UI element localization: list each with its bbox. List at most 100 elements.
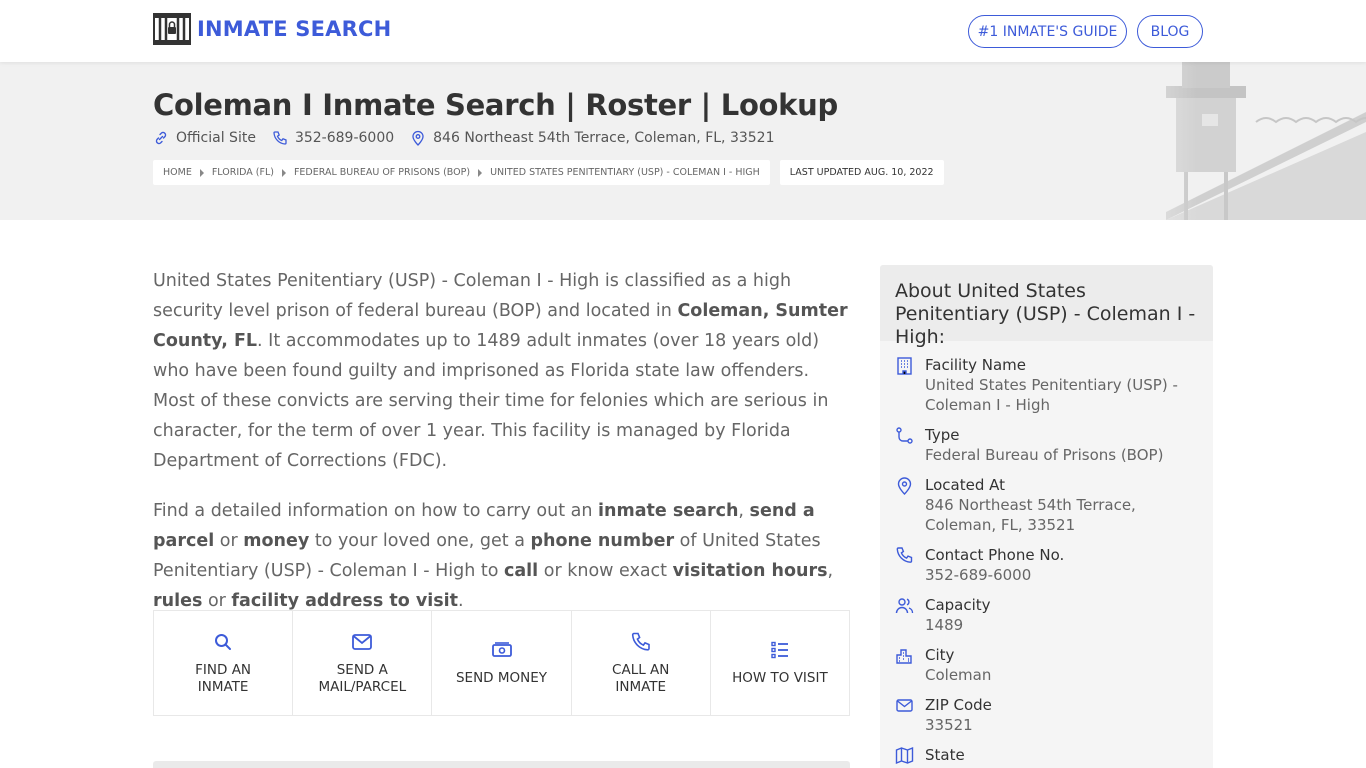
address-item: 846 Northeast 54th Terrace, Coleman, FL,… — [410, 130, 775, 146]
facility-address-bold: facility address to visit — [231, 591, 459, 611]
text-span: . It accommodates up to 1489 adult inmat… — [153, 331, 829, 471]
caret-right-icon — [199, 168, 204, 177]
map-icon — [895, 746, 914, 765]
call-bold: call — [504, 561, 539, 581]
detail-capacity: Capacity 1489 — [895, 595, 1198, 635]
route-icon — [896, 427, 913, 444]
breadcrumb-home[interactable]: HOME — [163, 167, 192, 178]
official-site-link[interactable]: Official Site — [153, 130, 256, 146]
detail-value: 352-689-6000 — [925, 566, 1032, 584]
nav-blog-button[interactable]: BLOG — [1137, 15, 1203, 48]
breadcrumb-current: UNITED STATES PENITENTIARY (USP) - COLEM… — [490, 167, 760, 178]
envelope-icon — [352, 633, 373, 650]
action-label: INMATE — [197, 678, 249, 695]
send-money-button[interactable]: SEND MONEY — [432, 611, 572, 715]
text-span: to your loved one, get a — [309, 531, 531, 551]
phone-number: 352-689-6000 — [294, 130, 395, 146]
action-label: SEND MONEY — [455, 670, 548, 686]
action-label: CALL AN — [612, 661, 670, 678]
detail-label: State — [925, 746, 965, 764]
facility-meta: Official Site 352-689-6000 846 Northeast… — [153, 130, 791, 146]
link-icon — [155, 131, 167, 145]
detail-facility-name: Facility Name United States Penitentiary… — [895, 355, 1198, 415]
phone-number-bold: phone number — [530, 531, 675, 551]
action-label: MAIL/PARCEL — [318, 678, 407, 695]
search-icon — [215, 633, 232, 650]
money-bold: money — [243, 531, 310, 551]
detail-value: 1489 — [925, 616, 964, 634]
users-icon — [895, 598, 914, 614]
detail-city: City Coleman — [895, 645, 1198, 685]
detail-zip-code: ZIP Code 33521 — [895, 695, 1198, 735]
send-mail-parcel-button[interactable]: SEND A MAIL/PARCEL — [293, 611, 433, 715]
phone-icon — [896, 547, 913, 563]
detail-label: City — [925, 646, 955, 664]
action-label: HOW TO VISIT — [732, 670, 828, 686]
action-label: INMATE — [615, 678, 667, 695]
cash-icon — [491, 642, 512, 657]
visitation-hours-bold: visitation hours — [672, 561, 828, 581]
hero-banner: Coleman I Inmate Search | Roster | Looku… — [0, 62, 1366, 220]
official-site-label: Official Site — [176, 130, 256, 146]
last-updated-badge: LAST UPDATED AUG. 10, 2022 — [779, 160, 944, 185]
about-facility-card: About United States Penitentiary (USP) -… — [880, 265, 1213, 768]
top-navbar: INMATE SEARCH #1 INMATE'S GUIDE BLOG — [0, 0, 1366, 62]
text-span: . — [458, 591, 464, 611]
text-span: or know exact — [538, 561, 673, 581]
detail-label: Type — [925, 426, 960, 444]
phone-icon — [273, 131, 287, 145]
text-span: or — [214, 531, 244, 551]
action-grid: FIND AN INMATE SEND A MAIL/PARCEL SEND M… — [153, 610, 850, 716]
prison-tower-illustration — [1106, 62, 1366, 220]
breadcrumb-florida[interactable]: FLORIDA (FL) — [212, 167, 274, 178]
text-span: or — [202, 591, 232, 611]
find-inmate-button[interactable]: FIND AN INMATE — [154, 611, 294, 715]
nav-inmates-guide-button[interactable]: #1 INMATE'S GUIDE — [968, 15, 1127, 48]
description-paragraph-1: United States Penitentiary (USP) - Colem… — [153, 266, 853, 476]
map-pin-icon — [897, 477, 912, 495]
detail-value: Federal Bureau of Prisons (BOP) — [925, 446, 1164, 464]
detail-value: United States Penitentiary (USP) - Colem… — [925, 376, 1178, 414]
jail-logo-icon — [153, 13, 191, 45]
caret-right-icon — [478, 168, 483, 177]
action-label: FIND AN — [195, 661, 252, 678]
breadcrumb-bop[interactable]: FEDERAL BUREAU OF PRISONS (BOP) — [294, 167, 470, 178]
city-icon — [896, 649, 912, 664]
text-span: Find a detailed information on how to ca… — [153, 501, 599, 521]
phone-icon — [631, 632, 650, 651]
building-icon — [897, 357, 912, 375]
breadcrumb-bar: HOME FLORIDA (FL) FEDERAL BUREAU OF PRIS… — [153, 160, 944, 185]
next-section-edge — [153, 761, 850, 768]
detail-label: Located At — [925, 476, 1005, 494]
phone-link[interactable]: 352-689-6000 — [272, 130, 394, 146]
detail-value: Coleman — [925, 666, 992, 684]
envelope-icon — [896, 699, 913, 712]
site-logo[interactable]: INMATE SEARCH — [153, 13, 391, 45]
address-text: 846 Northeast 54th Terrace, Coleman, FL,… — [433, 130, 775, 146]
detail-label: ZIP Code — [925, 696, 992, 714]
rules-bold: rules — [153, 591, 203, 611]
page-title: Coleman I Inmate Search | Roster | Looku… — [153, 88, 838, 122]
detail-state: State — [895, 745, 1198, 765]
list-icon — [771, 641, 788, 659]
text-span: , — [738, 501, 750, 521]
detail-contact-phone: Contact Phone No. 352-689-6000 — [895, 545, 1198, 585]
breadcrumb: HOME FLORIDA (FL) FEDERAL BUREAU OF PRIS… — [153, 160, 770, 185]
detail-type: Type Federal Bureau of Prisons (BOP) — [895, 425, 1198, 465]
caret-right-icon — [281, 168, 286, 177]
detail-value: 33521 — [925, 716, 973, 734]
how-to-visit-button[interactable]: HOW TO VISIT — [711, 611, 849, 715]
detail-label: Facility Name — [925, 356, 1026, 374]
call-inmate-button[interactable]: CALL AN INMATE — [572, 611, 711, 715]
detail-value: 846 Northeast 54th Terrace, Coleman, FL,… — [925, 496, 1136, 534]
description-paragraph-2: Find a detailed information on how to ca… — [153, 496, 853, 616]
facility-description: United States Penitentiary (USP) - Colem… — [153, 266, 853, 636]
map-pin-icon — [412, 130, 424, 146]
inmate-search-bold: inmate search — [598, 501, 739, 521]
text-span: , — [827, 561, 834, 581]
about-facility-title: About United States Penitentiary (USP) -… — [880, 265, 1213, 348]
action-label: SEND A — [336, 661, 388, 678]
facility-details-list: Facility Name United States Penitentiary… — [880, 341, 1213, 765]
detail-located-at: Located At 846 Northeast 54th Terrace, C… — [895, 475, 1198, 535]
logo-text: INMATE SEARCH — [197, 17, 392, 41]
